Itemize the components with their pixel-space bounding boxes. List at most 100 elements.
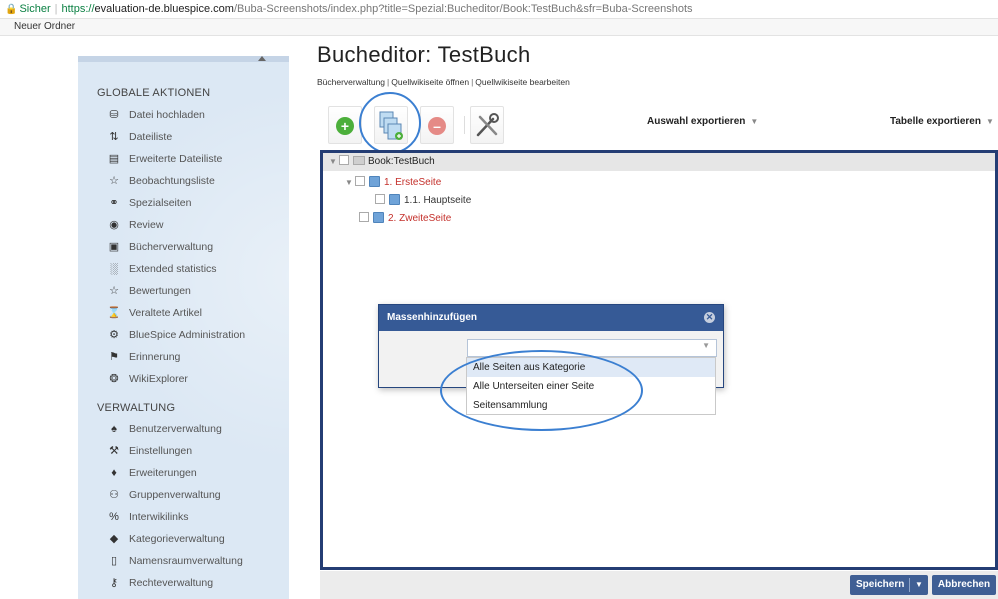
compass-icon: ❂ [109,373,119,385]
sidebar-item-upload[interactable]: ⛁ Datei hochladen [97,104,287,126]
cog-icon: ⚙ [109,329,119,341]
tree-node-label: 1.1. Hauptseite [404,195,472,206]
minus-icon: – [428,117,446,135]
sidebar-item-label: Kategorieverwaltung [129,533,225,545]
sidebar-item-wikiexplorer[interactable]: ❂ WikiExplorer [97,368,287,390]
remove-page-button[interactable]: – [420,106,454,144]
tree-node-second-page[interactable]: 2. ZweiteSeite [359,210,451,228]
tree-node-label: 2. ZweiteSeite [388,213,452,224]
button-divider [909,578,910,592]
security-label: Sicher [19,3,51,15]
sidebar-item-label: Bücherverwaltung [129,241,214,253]
sidebar-item-label: Veraltete Artikel [129,307,202,319]
sidebar-item-label: Interwikilinks [129,511,189,523]
wrench-icon: ⚒ [109,445,119,457]
export-table-dropdown[interactable]: Tabelle exportieren ▼ [890,116,994,127]
breadcrumb: Bücherverwaltung | Quellwikiseite öffnen | Q… [317,77,570,87]
sidebar-item-reminder[interactable]: ⚑ Erinnerung [97,346,287,368]
add-page-button[interactable]: + [328,106,362,144]
mass-add-icon [379,111,403,140]
export-table-label: Tabelle exportieren [890,116,981,127]
save-button[interactable]: Speichern ▼ [850,575,928,595]
dialog-title: Massenhinzufügen [387,312,478,323]
export-selection-dropdown[interactable]: Auswahl exportieren ▼ [647,116,758,127]
option-page-collection[interactable]: Seitensammlung [467,396,715,415]
star-icon: ☆ [109,175,119,187]
tools-icon [476,113,499,137]
puzzle-icon: ♦ [111,467,117,479]
page-icon [369,176,380,187]
sidebar-item-user-management[interactable]: ♠ Benutzerverwaltung [97,418,287,440]
checkbox[interactable] [359,212,369,222]
tree-root-label: Book:TestBuch [368,156,435,167]
sidebar-item-watchlist[interactable]: ☆ Beobachtungsliste [97,170,287,192]
sidebar-item-extensions[interactable]: ♦ Erweiterungen [97,462,287,484]
sidebar-item-label: Erweiterungen [129,467,197,479]
link-icon: % [109,511,119,523]
tag-icon: ◆ [109,533,119,545]
sidebar-item-file-list[interactable]: ⇅ Dateiliste [97,126,287,148]
option-category-pages[interactable]: Alle Seiten aus Kategorie [467,358,715,377]
tools-button[interactable] [470,106,504,144]
close-icon[interactable]: ✕ [704,312,715,323]
sidebar-item-interwiki-links[interactable]: % Interwikilinks [97,506,287,528]
sidebar-item-label: Review [129,219,164,231]
sidebar-item-category-management[interactable]: ◆ Kategorieverwaltung [97,528,287,550]
sidebar-item-review[interactable]: ◉ Review [97,214,287,236]
sidebar-item-book-management[interactable]: ▣ Bücherverwaltung [97,236,287,258]
sidebar-item-rights-management[interactable]: ⚷ Rechteverwaltung [97,572,287,594]
link-open-source-page[interactable]: Quellwikiseite öffnen [391,77,469,87]
tree-node-first-page[interactable]: ▼ 1. ErsteSeite [345,174,441,192]
plus-icon: + [336,117,354,135]
checkbox[interactable] [339,155,349,165]
sidebar-item-label: Erweiterte Dateiliste [129,153,223,165]
sidebar-item-label: BlueSpice Administration [129,329,246,341]
url-path: /Buba-Screenshots/index.php?title=Spezia… [233,3,693,15]
flag-icon: ⚑ [109,351,119,363]
bookmark-folder[interactable]: Neuer Ordner [14,21,75,32]
sidebar-item-special-pages[interactable]: ⚭ Spezialseiten [97,192,287,214]
link-book-management[interactable]: Bücherverwaltung [317,77,385,87]
tree-node-label: 1. ErsteSeite [384,177,442,188]
sidebar-item-outdated-articles[interactable]: ⌛ Veraltete Artikel [97,302,287,324]
sidebar-item-ratings[interactable]: ☆ Bewertungen [97,280,287,302]
lock-icon: 🔒 [5,4,18,15]
export-selection-label: Auswahl exportieren [647,116,746,127]
address-bar[interactable]: 🔒 Sicher | https://evaluation-de.bluespice.… [0,0,998,19]
sidebar-item-label: Rechteverwaltung [129,577,214,589]
link-edit-source-page[interactable]: Quellwikiseite bearbeiten [475,77,570,87]
sidebar-item-extended-file-list[interactable]: ▤ Erweiterte Dateiliste [97,148,287,170]
mass-add-button[interactable] [374,106,408,144]
book-icon: ▣ [108,241,120,253]
sidebar-item-group-management[interactable]: ⚇ Gruppenverwaltung [97,484,287,506]
sort-icon: ⇅ [109,131,119,143]
subnav-divider: | [387,77,390,87]
chart-icon: ░ [110,263,118,275]
save-label: Speichern [856,579,905,590]
expand-arrow-icon[interactable]: ▼ [345,174,355,192]
sidebar-item-namespace-management[interactable]: ▯ Namensraumverwaltung [97,550,287,572]
bookmarks-bar: Neuer Ordner [0,19,998,36]
sidebar-item-settings[interactable]: ⚒ Einstellungen [97,440,287,462]
source-select[interactable]: ▼ [467,339,717,357]
sidebar-item-bluespice-admin[interactable]: ⚙ BlueSpice Administration [97,324,287,346]
chevron-down-icon[interactable]: ▼ [915,575,923,595]
dialog-header[interactable]: Massenhinzufügen ✕ [379,305,723,331]
url-scheme: https:// [61,3,95,15]
eye-icon: ◉ [109,219,119,231]
checkbox[interactable] [355,176,365,186]
collapse-arrow-icon[interactable] [258,56,266,61]
hourglass-icon: ⌛ [107,307,121,319]
page-title: Bucheditor: TestBuch [317,42,531,67]
checkbox[interactable] [375,194,385,204]
sidebar-item-extended-statistics[interactable]: ░ Extended statistics [97,258,287,280]
key-icon: ⚷ [109,577,119,589]
cancel-button[interactable]: Abbrechen [932,575,996,595]
tree-node-main-page[interactable]: 1.1. Hauptseite [375,192,471,210]
chevron-down-icon: ▼ [985,117,994,126]
expand-arrow-icon[interactable]: ▼ [329,153,339,171]
tree-root-row[interactable]: ▼ Book:TestBuch [323,153,995,171]
chevron-down-icon[interactable]: ▼ [702,341,710,350]
option-subpages[interactable]: Alle Unterseiten einer Seite [467,377,715,396]
page-icon [389,194,400,205]
